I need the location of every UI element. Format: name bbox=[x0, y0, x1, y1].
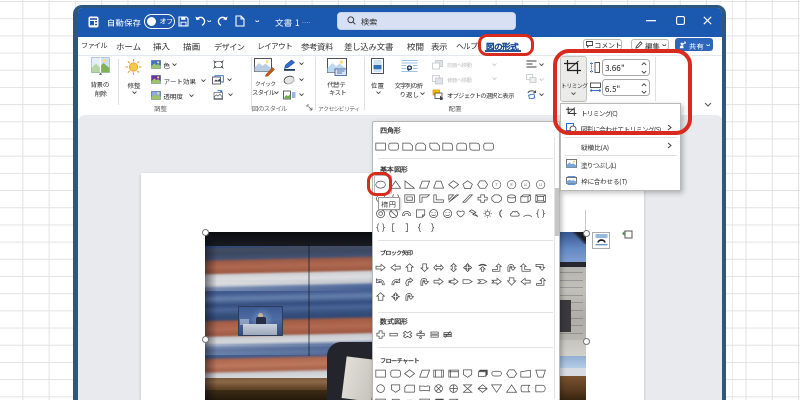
svg-text:8: 8 bbox=[510, 183, 512, 188]
svg-text:12: 12 bbox=[537, 182, 542, 187]
svg-text:7: 7 bbox=[496, 183, 498, 188]
svg-text:10: 10 bbox=[523, 182, 528, 187]
